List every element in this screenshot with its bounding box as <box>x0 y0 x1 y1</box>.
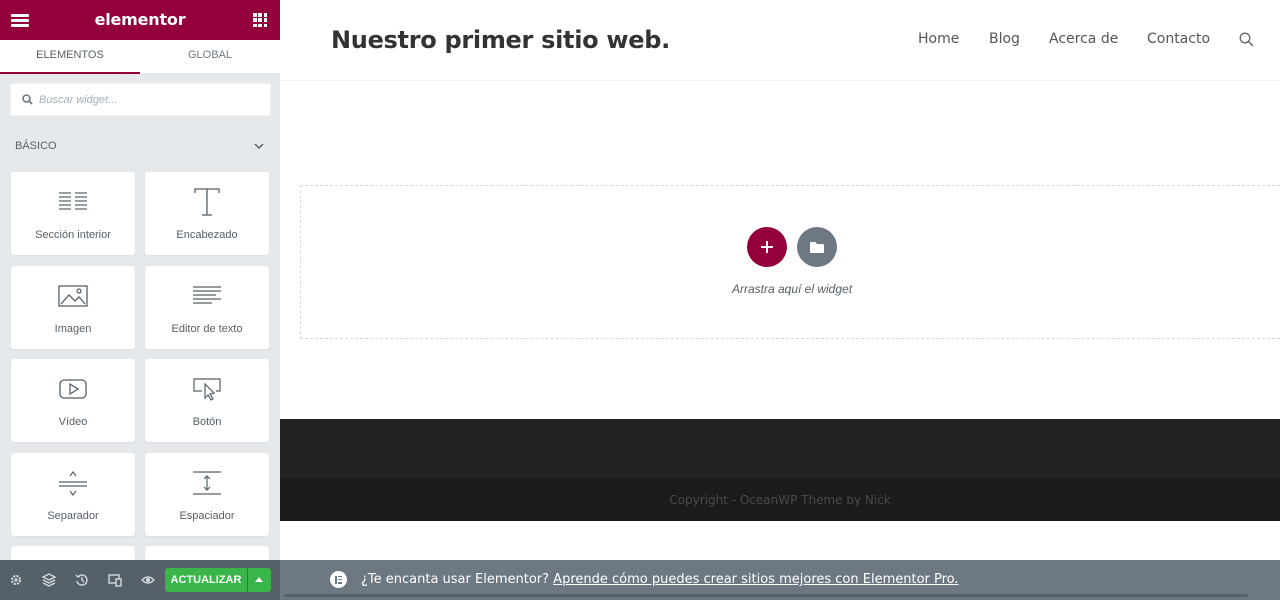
hamburger-menu-icon[interactable] <box>10 10 30 30</box>
heading-icon <box>145 186 269 218</box>
panel-tabs: ELEMENTOS GLOBAL <box>0 40 280 74</box>
widget-label: Espaciador <box>179 510 235 522</box>
divider-icon <box>11 467 135 499</box>
add-section-button[interactable] <box>747 227 787 267</box>
inner-section-icon <box>11 186 135 218</box>
widget-label: Vídeo <box>58 416 88 428</box>
page-preview: Nuestro primer sitio web. Home Blog Acer… <box>280 0 1280 560</box>
widget-search <box>10 83 271 116</box>
search-icon <box>22 94 33 105</box>
site-footer-widgets <box>280 419 1280 479</box>
category-title[interactable]: BÁSICO <box>15 140 57 152</box>
update-button[interactable]: ACTUALIZAR <box>165 568 247 592</box>
navigator-icon[interactable] <box>42 573 56 587</box>
tab-elementos[interactable]: ELEMENTOS <box>0 40 140 74</box>
button-icon <box>145 373 269 405</box>
nav-item-contacto[interactable]: Contacto <box>1147 31 1210 47</box>
widget-label: Imagen <box>54 323 92 335</box>
history-icon[interactable] <box>75 573 89 587</box>
nav-item-home[interactable]: Home <box>918 31 959 47</box>
video-icon <box>11 373 135 405</box>
search-widget-input[interactable] <box>39 84 259 115</box>
widget-label: Sección interior <box>35 229 111 241</box>
promo-notice-bar: ¿Te encanta usar Elementor? Aprende cómo… <box>280 560 1280 600</box>
site-header: Nuestro primer sitio web. Home Blog Acer… <box>280 0 1280 81</box>
nav-item-acerca-de[interactable]: Acerca de <box>1049 31 1118 47</box>
add-template-button[interactable] <box>797 227 837 267</box>
widget-image[interactable]: Imagen <box>11 266 135 349</box>
widget-label: Botón <box>192 416 222 428</box>
image-icon <box>11 280 135 312</box>
elementor-logo: elementor <box>94 10 186 29</box>
update-options-chevron-up-icon[interactable] <box>248 568 271 592</box>
widget-heading[interactable]: Encabezado <box>145 172 269 255</box>
notice-message: ¿Te encanta usar Elementor? Aprende cómo… <box>361 572 959 587</box>
empty-section-dropzone[interactable] <box>300 185 1280 339</box>
site-title[interactable]: Nuestro primer sitio web. <box>331 26 670 54</box>
tab-global[interactable]: GLOBAL <box>140 40 280 74</box>
copyright-text: Copyright - OceanWP Theme by Nick <box>669 493 891 507</box>
responsive-icon[interactable] <box>108 573 122 587</box>
horizontal-scrollbar[interactable] <box>284 594 1248 597</box>
notice-link[interactable]: Aprende cómo puedes crear sitios mejores… <box>553 572 958 587</box>
settings-icon[interactable] <box>9 573 23 587</box>
widget-video[interactable]: Vídeo <box>11 359 135 442</box>
chevron-down-icon[interactable] <box>253 141 265 151</box>
widget-text-editor[interactable]: Editor de texto <box>145 266 269 349</box>
preview-icon[interactable] <box>141 573 155 587</box>
widget-divider[interactable]: Separador <box>11 453 135 536</box>
widget-label: Encabezado <box>176 229 238 241</box>
widget-inner-section[interactable]: Sección interior <box>11 172 135 255</box>
folder-icon <box>810 242 824 253</box>
widget-label: Separador <box>47 510 99 522</box>
text-editor-icon <box>145 280 269 312</box>
nav-item-blog[interactable]: Blog <box>989 31 1020 47</box>
panel-header: elementor <box>0 0 280 40</box>
spacer-icon <box>145 467 269 499</box>
elementor-badge-icon <box>330 571 347 588</box>
widget-button[interactable]: Botón <box>145 359 269 442</box>
editor-panel: elementor ELEMENTOS GLOBAL BÁSICO <box>0 0 280 600</box>
widgets-grid-icon[interactable] <box>253 13 267 27</box>
widget-spacer[interactable]: Espaciador <box>145 453 269 536</box>
widget-label: Editor de texto <box>171 323 243 335</box>
site-footer-bottom: Copyright - OceanWP Theme by Nick <box>280 479 1280 521</box>
dropzone-hint: Arrastra aquí el widget <box>731 282 853 296</box>
search-icon[interactable] <box>1239 32 1254 47</box>
notice-text: ¿Te encanta usar Elementor? <box>361 572 550 587</box>
